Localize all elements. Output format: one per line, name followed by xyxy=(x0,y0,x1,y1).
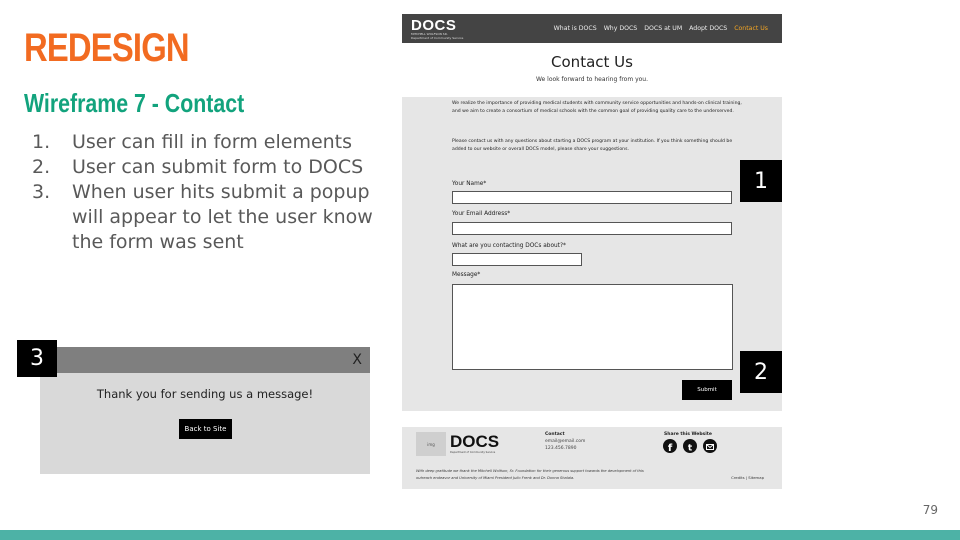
footer-logo-subtitle: Department of Community Service xyxy=(450,451,496,454)
popup-title-bar: X xyxy=(40,347,370,373)
email-field[interactable] xyxy=(452,222,732,235)
list-text: User can submit form to DOCS xyxy=(72,156,364,178)
svg-text:t: t xyxy=(688,444,693,454)
nav-links: What is DOCS Why DOCS DOCS at UM Adopt D… xyxy=(554,25,768,32)
nav-link-what-is-docs[interactable]: What is DOCS xyxy=(554,25,597,32)
twitter-icon[interactable]: t xyxy=(683,439,697,454)
list-number: 2. xyxy=(32,156,51,178)
nav-link-contact-us[interactable]: Contact Us xyxy=(734,25,768,32)
logo-sub-line: Department of Community Service xyxy=(411,35,464,40)
contact-form-panel: We realize the importance of providing m… xyxy=(402,97,782,411)
nav-link-docs-at-um[interactable]: DOCS at UM xyxy=(644,25,682,32)
list-item: 3. When user hits submit a popup will ap… xyxy=(32,180,377,255)
bottom-accent-bar xyxy=(0,530,960,540)
popup-message: Thank you for sending us a message! xyxy=(96,387,314,401)
name-label: Your Name* xyxy=(452,181,487,187)
confirmation-popup: X Thank you for sending us a message! Ba… xyxy=(40,347,370,474)
facebook-icon[interactable]: f xyxy=(663,439,677,454)
slide-title: REDESIGN xyxy=(24,26,190,70)
close-icon[interactable]: X xyxy=(352,352,362,368)
about-label: What are you contacting DOCs about?* xyxy=(452,243,566,249)
footer-acknowledgement: With deep gratitude we thank the Mitchel… xyxy=(416,469,644,480)
email-label: Your Email Address* xyxy=(452,211,511,217)
name-field[interactable] xyxy=(452,191,732,204)
list-item: 1. User can fill in form elements xyxy=(32,130,377,155)
annotation-badge-1: 1 xyxy=(740,160,782,202)
requirements-list: 1. User can fill in form elements 2. Use… xyxy=(32,130,377,255)
page-number: 79 xyxy=(922,503,938,517)
message-label: Message* xyxy=(452,272,481,278)
email-icon[interactable] xyxy=(703,439,717,453)
footer-image-placeholder: img xyxy=(416,432,446,456)
footer-share-heading: Share this Website xyxy=(664,432,712,437)
about-field[interactable] xyxy=(452,253,582,266)
footer-contact-heading: Contact xyxy=(545,432,565,437)
footer-contact-email[interactable]: email@email.com xyxy=(545,439,585,444)
nav-link-adopt-docs[interactable]: Adopt DOCS xyxy=(689,25,727,32)
list-text: When user hits submit a popup will appea… xyxy=(72,181,373,253)
site-logo-subtitle: MITCHELL WOLFSON SR. Department of Commu… xyxy=(411,32,464,40)
list-text: User can fill in form elements xyxy=(72,131,353,153)
page-tagline: We look forward to hearing from you. xyxy=(535,76,649,83)
list-item: 2. User can submit form to DOCS xyxy=(32,155,377,180)
back-to-site-button[interactable]: Back to Site xyxy=(179,419,232,439)
list-number: 3. xyxy=(32,181,51,203)
page-heading: Contact Us xyxy=(551,53,633,71)
message-textarea[interactable] xyxy=(452,284,733,370)
footer-logo[interactable]: DOCS xyxy=(450,432,499,452)
site-footer: img DOCS Department of Community Service… xyxy=(402,427,782,489)
annotation-badge-3: 3 xyxy=(17,340,57,377)
list-number: 1. xyxy=(32,131,51,153)
intro-paragraph: Please contact us with any questions abo… xyxy=(452,139,733,152)
intro-paragraph: We realize the importance of providing m… xyxy=(452,101,742,114)
svg-text:f: f xyxy=(668,443,673,454)
submit-button[interactable]: Submit xyxy=(682,380,732,400)
nav-link-why-docs[interactable]: Why DOCS xyxy=(604,25,638,32)
site-nav-bar: DOCS MITCHELL WOLFSON SR. Department of … xyxy=(402,14,782,43)
footer-links[interactable]: Credits | Sitemap xyxy=(731,475,764,480)
annotation-badge-2: 2 xyxy=(740,351,782,393)
slide-subtitle: Wireframe 7 - Contact xyxy=(24,88,245,118)
footer-contact-phone: 123.456.7890 xyxy=(545,446,577,451)
